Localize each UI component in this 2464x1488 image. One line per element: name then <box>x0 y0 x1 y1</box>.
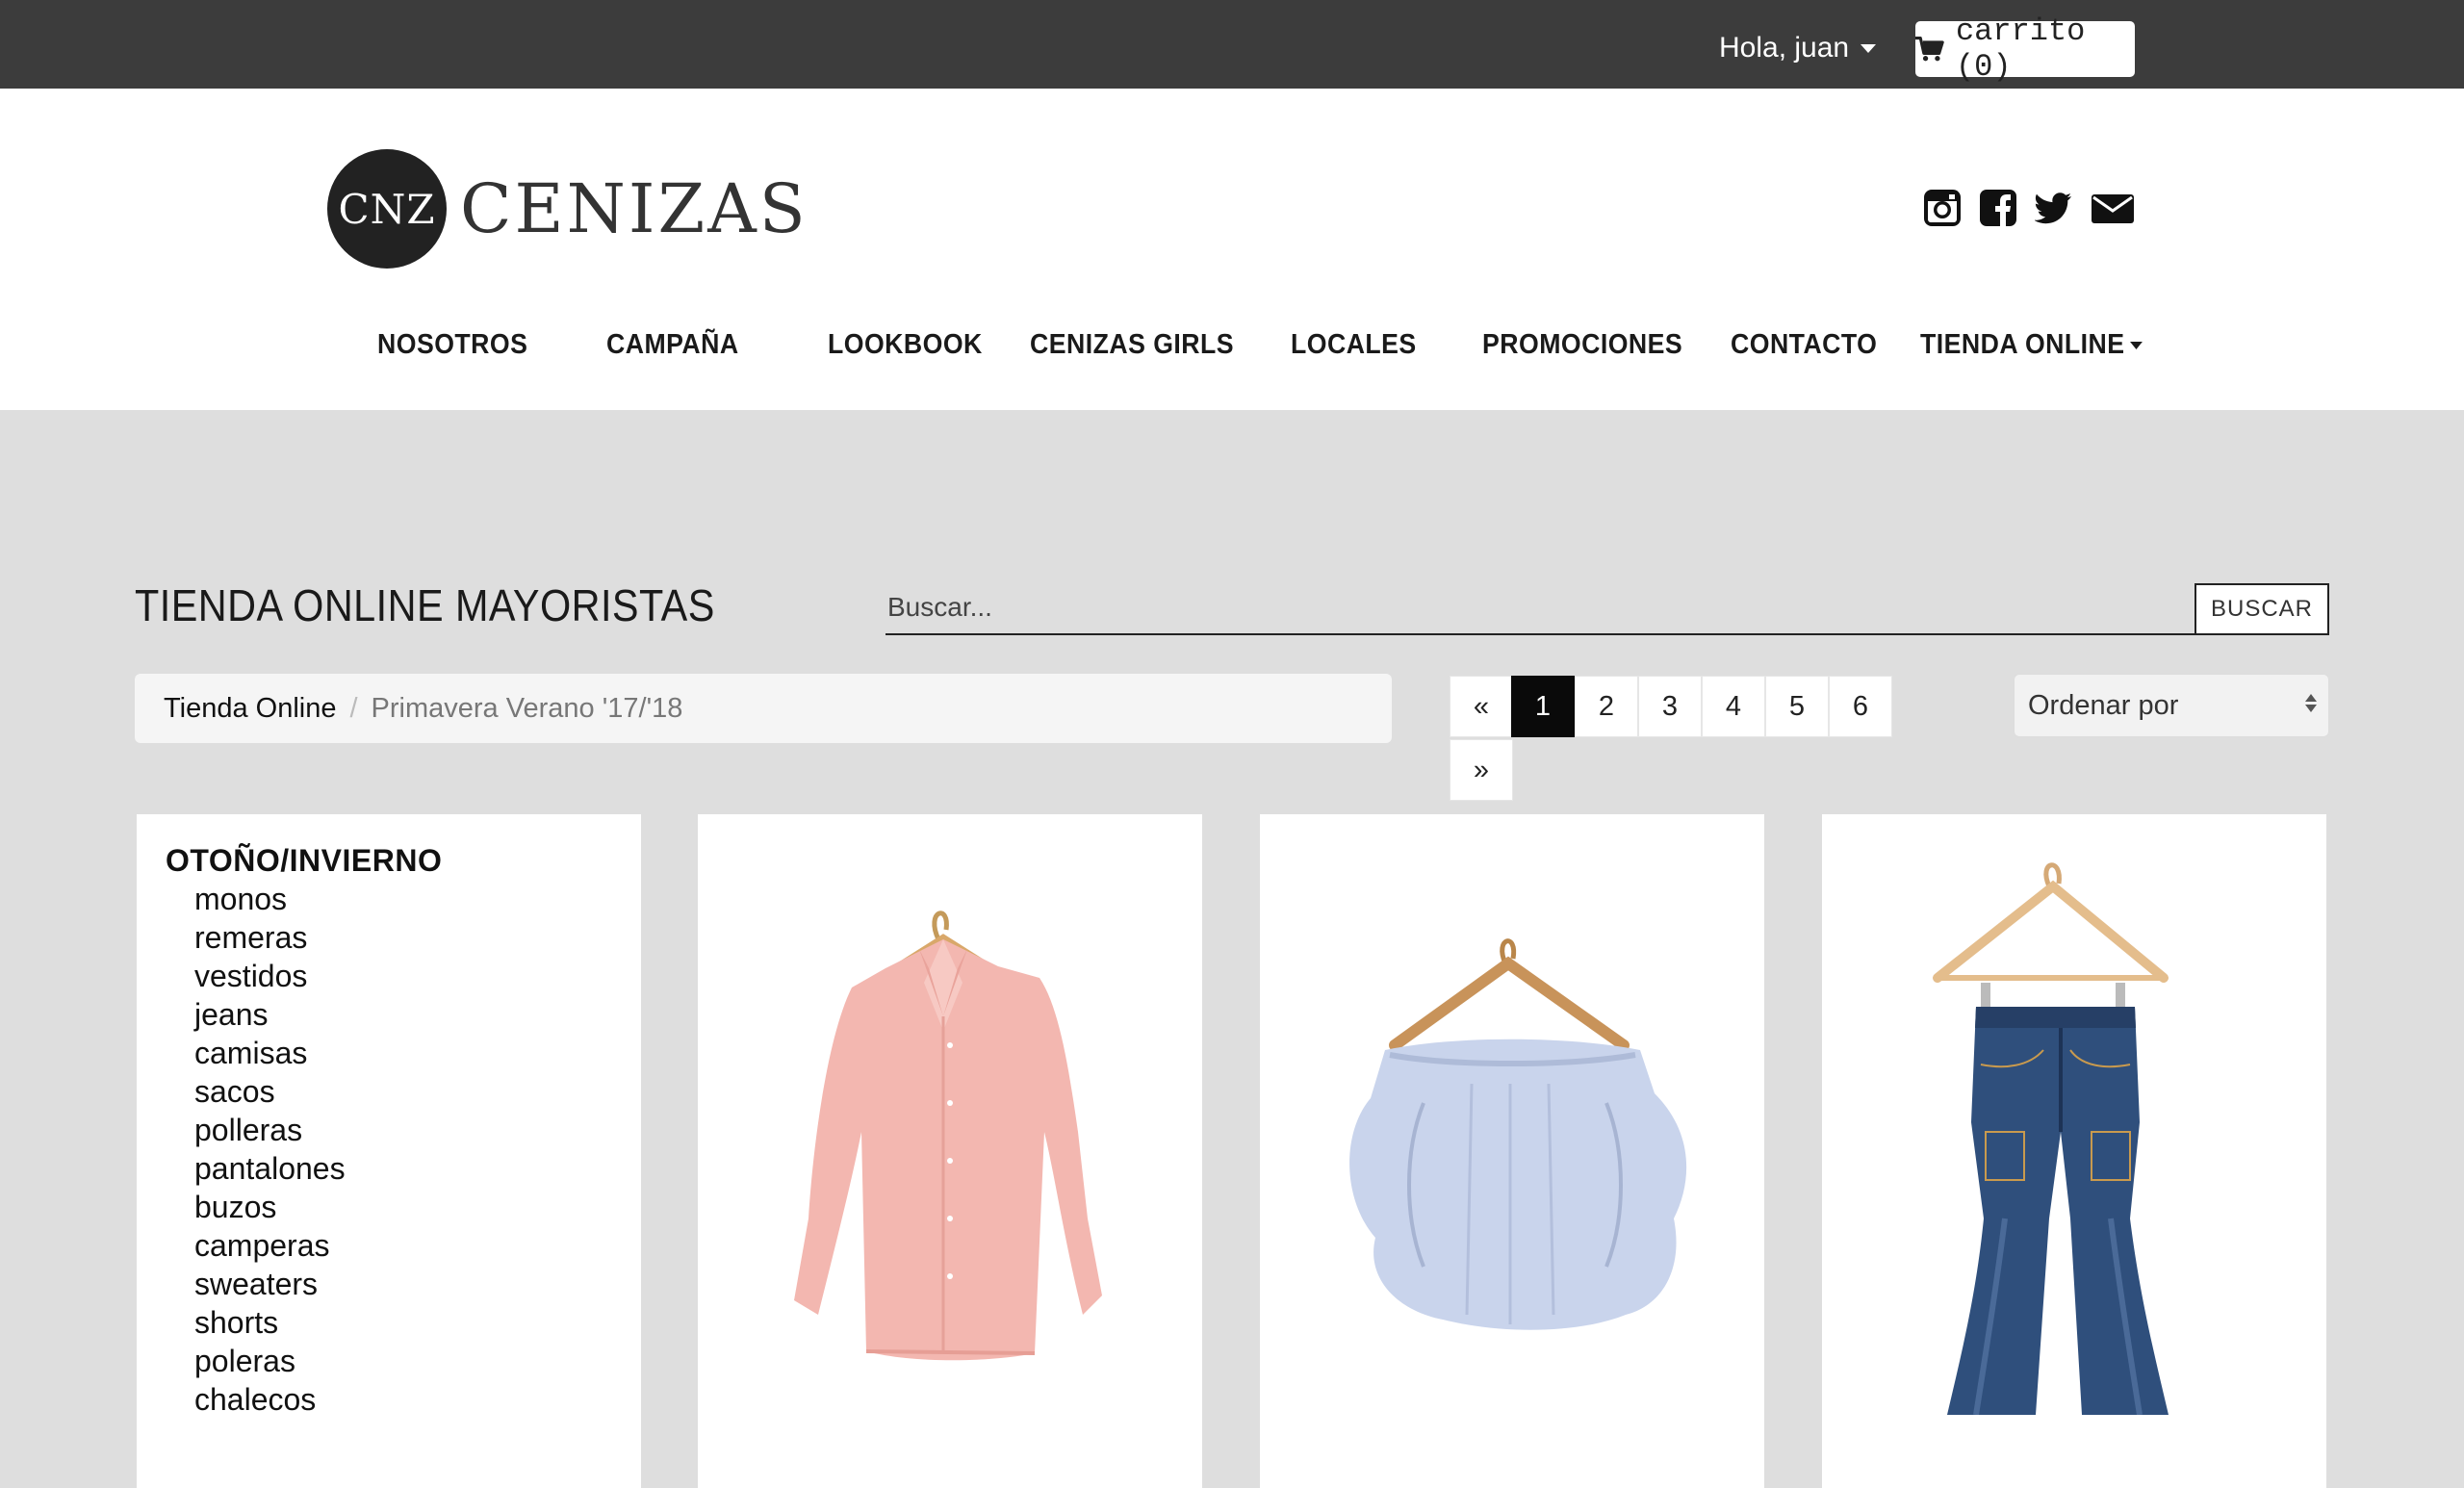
pagination-prev[interactable]: « <box>1450 676 1513 737</box>
chevron-down-icon <box>1861 43 1877 53</box>
product-card[interactable] <box>1822 814 2326 1488</box>
page-title: TIENDA ONLINE MAYORISTAS <box>135 580 715 630</box>
nav-item-campana[interactable]: CAMPAÑA <box>606 329 739 361</box>
pagination-page-5[interactable]: 5 <box>1765 676 1829 737</box>
instagram-icon[interactable] <box>1923 189 1962 227</box>
cart-button[interactable]: carrito (0) <box>1915 13 2135 85</box>
cart-label: carrito (0) <box>1955 13 2086 85</box>
nav-item-contacto[interactable]: CONTACTO <box>1731 329 1877 361</box>
category-sidebar: OTOÑO/INVIERNO monos remeras vestidos je… <box>137 814 641 1488</box>
product-image-jeans <box>1933 862 2169 1415</box>
pagination-next[interactable]: » <box>1450 739 1513 801</box>
user-greeting: Hola, juan <box>1719 32 1850 64</box>
category-item[interactable]: camperas <box>194 1226 346 1265</box>
breadcrumb-current: Primavera Verano '17/'18 <box>371 692 683 724</box>
pagination-page-4[interactable]: 4 <box>1702 676 1765 737</box>
nav-item-locales[interactable]: LOCALES <box>1291 329 1417 361</box>
twitter-icon[interactable] <box>2035 189 2073 227</box>
breadcrumb-separator: / <box>349 692 358 724</box>
product-image-pink-shirt <box>794 911 1102 1361</box>
main-nav: NOSOTROS CAMPAÑA LOOKBOOK CENIZAS GIRLS … <box>0 329 2464 377</box>
top-bar: Hola, juan carrito (0) <box>0 0 2464 89</box>
pagination-page-6[interactable]: 6 <box>1829 676 1892 737</box>
nav-item-cenizas-girls[interactable]: CENIZAS GIRLS <box>1030 329 1234 361</box>
user-menu[interactable]: Hola, juan <box>1719 29 1877 67</box>
pagination-page-1[interactable]: 1 <box>1511 676 1575 737</box>
pagination-page-3[interactable]: 3 <box>1638 676 1702 737</box>
category-item[interactable]: buzos <box>194 1188 346 1226</box>
brand-logo[interactable]: CNZ CENIZAS <box>327 149 808 269</box>
category-list: monos remeras vestidos jeans camisas sac… <box>194 880 346 1419</box>
category-item[interactable]: polleras <box>194 1111 346 1149</box>
chevron-down-icon <box>2130 341 2143 349</box>
product-image-blouse <box>1349 938 1687 1330</box>
category-item[interactable]: vestidos <box>194 957 346 995</box>
product-card[interactable] <box>698 814 1202 1488</box>
category-item[interactable]: remeras <box>194 918 346 957</box>
search-input[interactable] <box>886 581 2189 633</box>
pagination-page-2[interactable]: 2 <box>1575 676 1638 737</box>
breadcrumb: Tienda Online / Primavera Verano '17/'18 <box>135 674 1392 743</box>
breadcrumb-home-link[interactable]: Tienda Online <box>164 693 336 725</box>
category-item[interactable]: camisas <box>194 1034 346 1072</box>
social-links <box>1923 189 2135 227</box>
search-field <box>886 581 2194 635</box>
nav-item-lookbook[interactable]: LOOKBOOK <box>828 329 983 361</box>
nav-item-promociones[interactable]: PROMOCIONES <box>1482 329 1682 361</box>
category-item[interactable]: jeans <box>194 995 346 1034</box>
product-card[interactable] <box>1260 814 1764 1488</box>
nav-item-nosotros[interactable]: NOSOTROS <box>377 329 527 361</box>
category-item[interactable]: sacos <box>194 1072 346 1111</box>
category-item[interactable]: poleras <box>194 1342 346 1380</box>
category-item[interactable]: monos <box>194 880 346 918</box>
logo-mark: CNZ <box>327 149 447 269</box>
nav-item-tienda-online-label: TIENDA ONLINE <box>1920 329 2125 360</box>
shopping-cart-icon <box>1915 37 1944 62</box>
facebook-icon[interactable] <box>1979 189 2017 227</box>
sort-select[interactable]: Ordenar por <box>2014 674 2329 737</box>
category-heading[interactable]: OTOÑO/INVIERNO <box>166 843 442 879</box>
sort-select-value: Ordenar por <box>2028 689 2179 721</box>
envelope-icon[interactable] <box>2091 189 2135 227</box>
category-item[interactable]: chalecos <box>194 1380 346 1419</box>
category-item[interactable]: shorts <box>194 1303 346 1342</box>
category-item[interactable]: sweaters <box>194 1265 346 1303</box>
select-arrows-icon <box>2305 694 2317 712</box>
nav-item-tienda-online[interactable]: TIENDA ONLINE <box>1920 329 2143 361</box>
search-button[interactable]: BUSCAR <box>2194 583 2329 635</box>
logo-wordmark: CENIZAS <box>460 169 808 248</box>
category-item[interactable]: pantalones <box>194 1149 346 1188</box>
